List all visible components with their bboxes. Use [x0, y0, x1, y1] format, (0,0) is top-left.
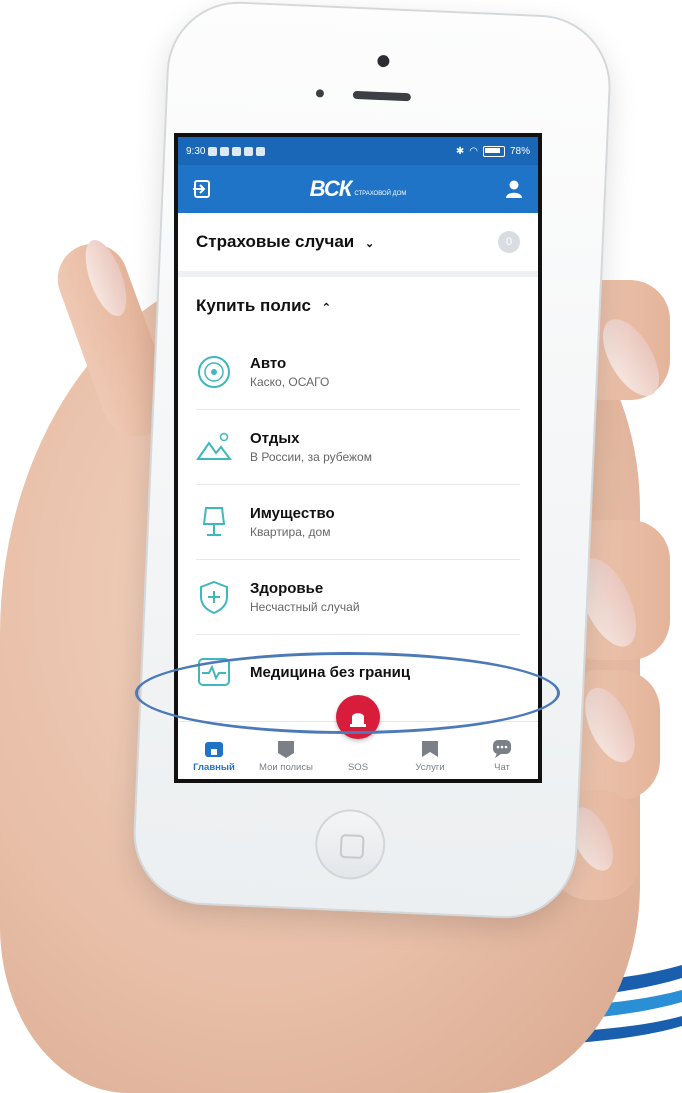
- chevron-down-icon: ⌄: [365, 238, 375, 250]
- battery-icon: [482, 145, 505, 157]
- earpiece: [352, 90, 412, 102]
- status-bar: 9:30 ✱ ◠ 78%: [178, 137, 538, 165]
- bookmark-icon: [422, 741, 438, 757]
- tab-chat[interactable]: Чат: [472, 739, 532, 773]
- policy-item-travel[interactable]: Отдых В России, за рубежом: [196, 410, 520, 485]
- item-title: Отдых: [250, 430, 300, 447]
- logo-sub: СТРАХОВОЙ ДОМ: [354, 191, 407, 197]
- login-arrow-icon[interactable]: [190, 177, 214, 201]
- policy-item-health[interactable]: Здоровье Несчастный случай: [196, 560, 520, 635]
- battery-level: 78%: [509, 145, 530, 157]
- policy-item-auto[interactable]: Авто Каско, ОСАГО: [196, 335, 520, 410]
- mountains-icon: [196, 432, 232, 460]
- policy-icon: [278, 741, 294, 758]
- home-button[interactable]: [313, 807, 387, 881]
- brand-logo: ВСК СТРАХОВОЙ ДОМ: [310, 176, 407, 202]
- tab-label: SOS: [347, 762, 369, 773]
- wifi-icon: ◠: [469, 145, 478, 157]
- tab-my-policies[interactable]: Мои полисы: [256, 739, 316, 773]
- policy-item-property[interactable]: Имущество Квартира, дом: [196, 485, 520, 560]
- item-title: Имущество: [250, 505, 335, 522]
- notification-icon: [232, 146, 242, 156]
- claims-title: Страховые случаи: [196, 232, 355, 251]
- item-subtitle: Несчастный случай: [250, 600, 360, 614]
- proximity-sensor: [315, 89, 325, 98]
- chat-icon: [493, 740, 511, 758]
- item-title: Здоровье: [250, 580, 324, 597]
- item-subtitle: В России, за рубежом: [250, 450, 372, 464]
- claims-count-badge: 0: [498, 231, 520, 253]
- logo-main: ВСК: [309, 176, 353, 201]
- bluetooth-icon: ✱: [455, 145, 465, 157]
- chevron-up-icon: ⌃: [321, 302, 331, 314]
- notification-icon: [220, 146, 230, 156]
- status-time: 9:30: [186, 145, 206, 157]
- tab-label: Мои полисы: [259, 762, 313, 773]
- tab-home[interactable]: Главный: [184, 739, 244, 773]
- notification-icon: [208, 146, 218, 156]
- tab-label: Чат: [494, 762, 510, 773]
- app-header: ВСК СТРАХОВОЙ ДОМ: [178, 165, 538, 213]
- item-subtitle: Каско, ОСАГО: [250, 375, 330, 389]
- notification-icon: [256, 146, 266, 156]
- item-title: Авто: [250, 355, 287, 372]
- notification-icon: [244, 146, 254, 156]
- highlight-ellipse: [135, 652, 560, 734]
- tab-label: Главный: [193, 762, 235, 773]
- home-icon: [205, 742, 223, 757]
- buy-policy-title: Купить полис: [196, 296, 311, 315]
- lamp-icon: [202, 507, 226, 536]
- tab-services[interactable]: Услуги: [400, 739, 460, 773]
- shield-cross-icon: [200, 580, 228, 615]
- buy-policy-header[interactable]: Купить полис ⌃: [196, 277, 520, 335]
- tab-sos[interactable]: SOS: [328, 695, 388, 773]
- profile-icon[interactable]: [502, 177, 526, 201]
- tab-label: Услуги: [415, 762, 445, 773]
- item-subtitle: Квартира, дом: [250, 525, 331, 539]
- front-camera: [377, 54, 390, 68]
- claims-header[interactable]: Страховые случаи ⌄ 0: [196, 213, 520, 271]
- wheel-icon: [198, 356, 230, 388]
